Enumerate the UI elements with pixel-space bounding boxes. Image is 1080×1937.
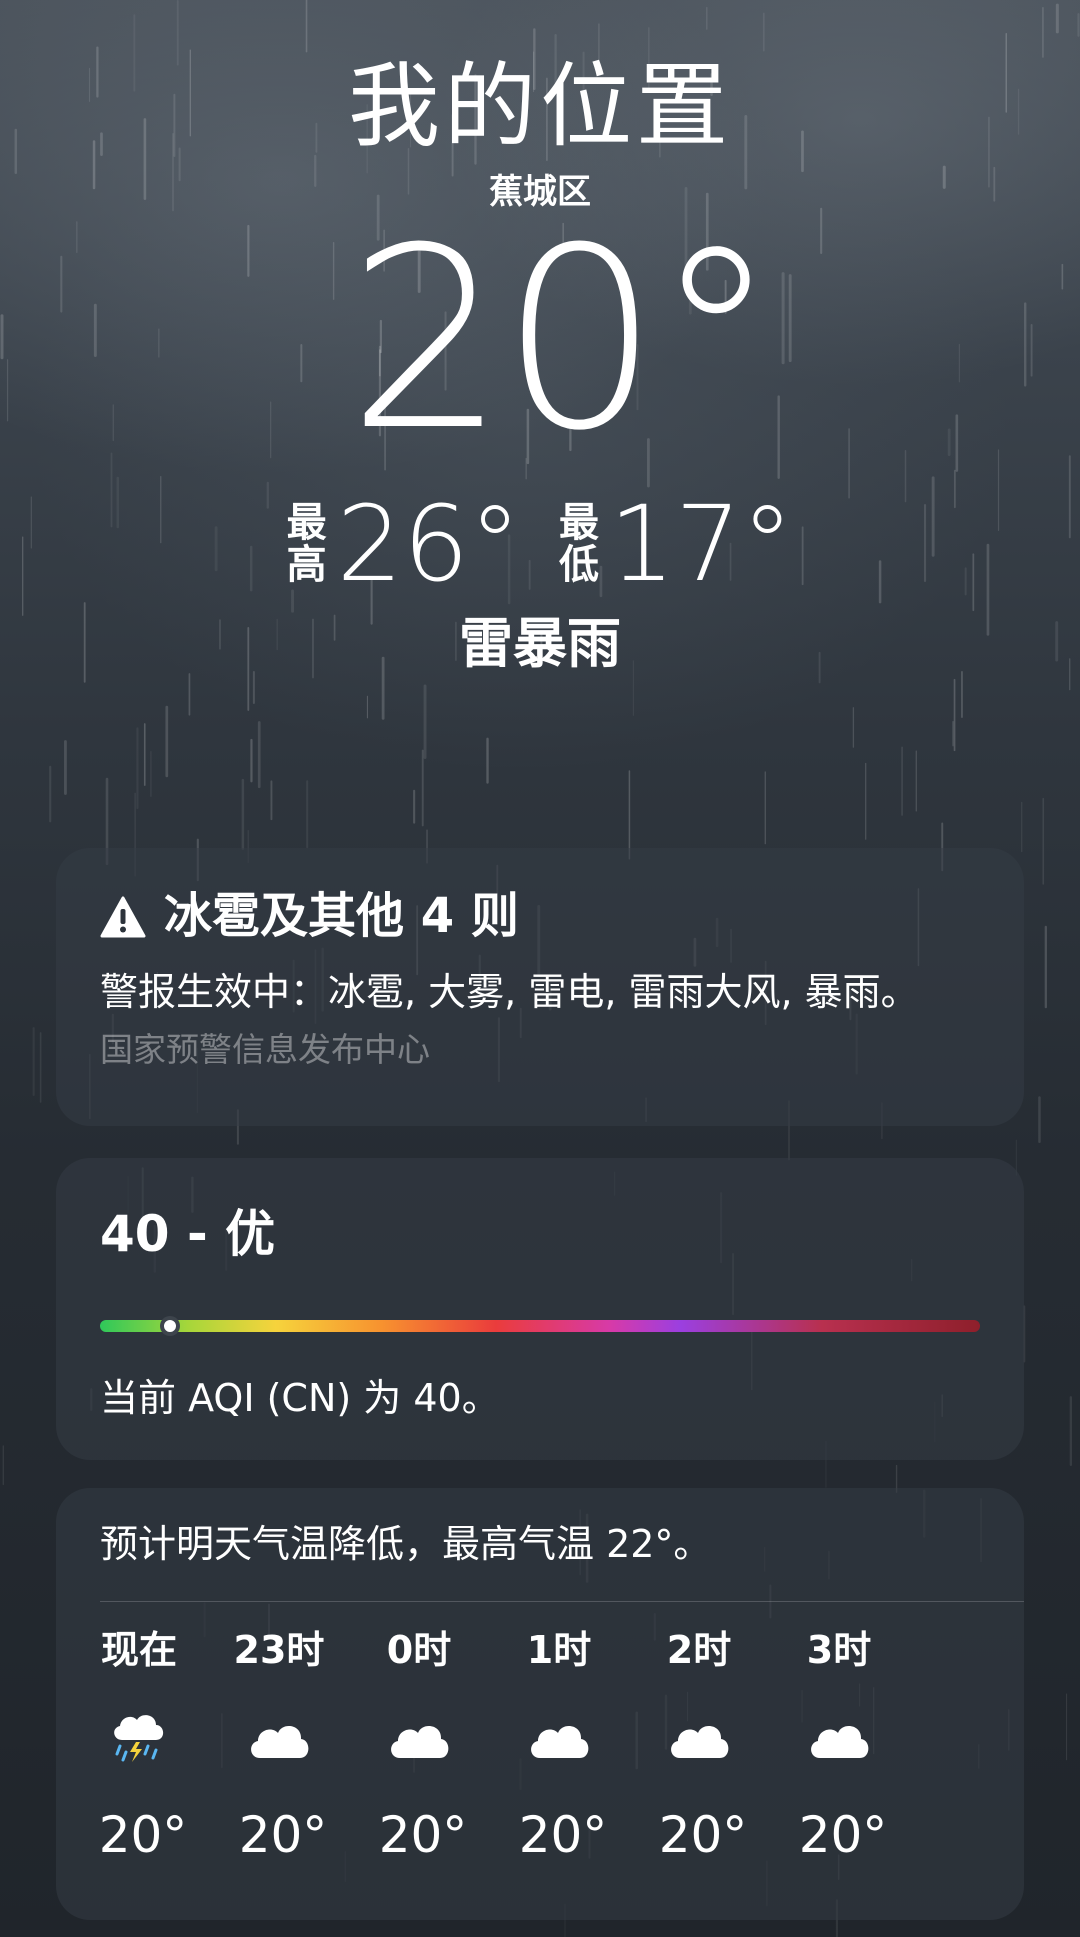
hourly-list[interactable]: 现在 20° 23时 20° 0时 20° 1时 20° 2时 20° 3时 2… [99,1628,1024,1865]
low-label-char-2: 低 [559,542,599,588]
aqi-value: 40 - 优 [100,1205,276,1263]
current-temperature: 20° [347,194,778,485]
alert-body: 警报生效中：冰雹, 大雾, 雷电, 雷雨大风, 暴雨。 [100,969,919,1014]
hour-temp: 20° [98,1806,188,1865]
high-label: 最 高 [287,502,327,586]
aqi-indicator-dot [160,1316,181,1336]
high-label-char-1: 最 [286,500,327,546]
weather-condition: 雷暴雨 [459,612,621,675]
hour-temp: 20° [658,1806,748,1865]
hour-time: 0时 [386,1628,452,1673]
hour-time: 2时 [666,1628,732,1673]
warning-triangle-icon [100,896,146,938]
alert-source: 国家预警信息发布中心 [100,1029,430,1069]
aqi-description: 当前 AQI (CN) 为 40。 [100,1376,500,1420]
alert-title: 冰雹及其他 4 则 [100,888,980,946]
hourly-summary: 预计明天气温降低，最高气温 22°。 [100,1522,712,1566]
cloud-icon [386,1704,452,1774]
severe-weather-alert-card[interactable]: 冰雹及其他 4 则 警报生效中：冰雹, 大雾, 雷电, 雷雨大风, 暴雨。 国家… [56,848,1024,1126]
thunderstorm-icon [106,1704,172,1774]
hour-temp: 20° [238,1806,328,1865]
aqi-gradient-bar [100,1320,980,1332]
low-temperature: 最 低 17° [559,492,793,596]
hour-item: 3时 20° [754,1628,924,1860]
cloud-icon [666,1704,732,1774]
cloud-icon [246,1704,312,1774]
high-value: 26° [336,483,521,605]
high-low-temperatures: 最 高 26° 最 低 17° [0,492,1080,596]
high-label-char-2: 高 [286,542,327,588]
cloud-icon [526,1704,592,1774]
high-temperature: 最 高 26° [287,492,521,596]
aqi-scale [100,1316,980,1336]
hour-time: 3时 [806,1628,872,1673]
hourly-forecast-card[interactable]: 预计明天气温降低，最高气温 22°。 现在 20° 23时 20° 0时 20°… [56,1488,1024,1920]
low-label-char-1: 最 [559,500,599,546]
hour-temp: 20° [518,1806,608,1865]
location-title: 我的位置 [347,53,732,160]
hour-time: 23时 [233,1628,325,1673]
low-value: 17° [609,483,794,605]
cloud-icon [806,1704,872,1774]
hour-temp: 20° [798,1806,888,1865]
divider [100,1601,1024,1603]
hour-temp: 20° [378,1806,468,1865]
low-label: 最 低 [559,502,599,586]
hour-time: 现在 [100,1628,177,1673]
alert-title-text: 冰雹及其他 4 则 [164,888,519,944]
hour-time: 1时 [526,1628,592,1673]
air-quality-card[interactable]: 40 - 优 当前 AQI (CN) 为 40。 [56,1158,1024,1460]
